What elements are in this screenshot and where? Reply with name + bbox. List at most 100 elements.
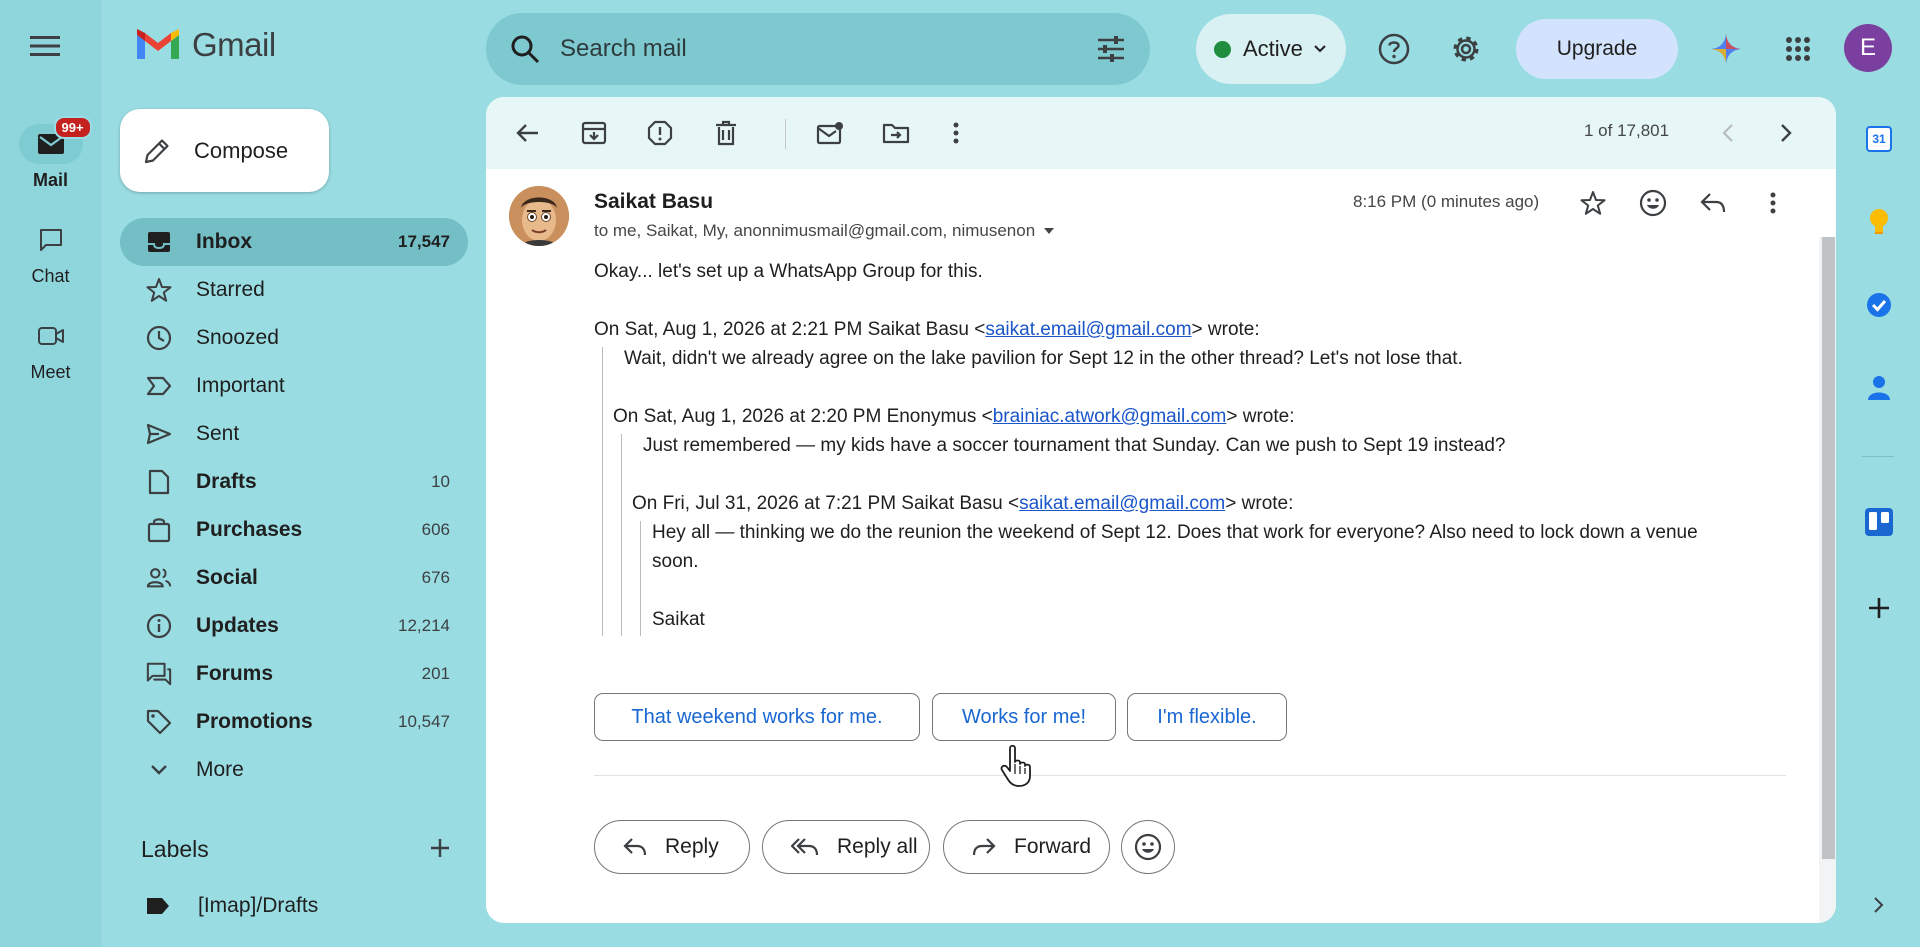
add-label-button[interactable] [428, 836, 452, 860]
status-dropdown[interactable]: Active [1196, 14, 1346, 84]
chat-icon [39, 229, 62, 251]
quote-3-text-line-1: Hey all — thinking we do the reunion the… [652, 522, 1698, 543]
gear-icon [1453, 36, 1479, 62]
archive-icon [581, 121, 607, 145]
rail-mail-pill: 99+ [18, 116, 92, 164]
nav-item-updates[interactable]: Updates 12,214 [120, 602, 468, 650]
compose-button[interactable]: Compose [120, 109, 329, 192]
rail-mail[interactable]: 99+ Mail [0, 116, 101, 191]
nav-item-inbox[interactable]: Inbox 17,547 [120, 218, 468, 266]
nav-item-forums[interactable]: Forums 201 [120, 650, 468, 698]
apps-grid-icon [1786, 37, 1810, 61]
compose-label: Compose [194, 137, 289, 163]
side-panel-divider [1862, 456, 1894, 457]
calendar-app-button[interactable]: 31 [1858, 118, 1900, 160]
emoji-reaction-button[interactable] [1121, 820, 1175, 874]
nav-item-purchases[interactable]: Purchases 606 [120, 506, 468, 554]
hand-cursor-icon [1000, 744, 1031, 787]
mark-unread-icon [816, 122, 843, 145]
draft-icon [146, 469, 172, 495]
reply-quick-button[interactable] [1695, 185, 1731, 221]
search-input[interactable] [560, 35, 1060, 63]
nav-item-snoozed[interactable]: Snoozed [120, 314, 468, 362]
gmail-logo[interactable]: Gmail [134, 26, 276, 64]
newer-button[interactable] [1711, 116, 1745, 150]
reply-icon [623, 838, 647, 856]
nav-item-promotions[interactable]: Promotions 10,547 [120, 698, 468, 746]
nav-label-snoozed: Snoozed [196, 326, 279, 349]
rail-chat[interactable]: Chat [0, 220, 101, 287]
keep-app-button[interactable] [1858, 201, 1900, 243]
search-options-icon[interactable] [1096, 35, 1126, 63]
contacts-app-button[interactable] [1858, 367, 1900, 409]
move-to-button[interactable] [879, 116, 913, 150]
quote-3-text-line-2: soon. [652, 551, 699, 572]
account-avatar[interactable]: E [1844, 24, 1892, 72]
label-item-imap-drafts[interactable]: [Imap]/Drafts [146, 894, 318, 918]
help-button[interactable] [1372, 27, 1416, 71]
message-toolbar: 1 of 17,801 [486, 97, 1836, 169]
scrollbar-thumb[interactable] [1822, 237, 1835, 859]
nav-item-social[interactable]: Social 676 [120, 554, 468, 602]
mail-badge: 99+ [53, 116, 92, 139]
trello-app-button[interactable] [1858, 501, 1900, 543]
forward-button[interactable]: Forward [943, 820, 1110, 874]
nav-item-more[interactable]: More [120, 746, 468, 794]
pagination-count: 1 of 17,801 [1584, 121, 1670, 140]
archive-button[interactable] [577, 116, 611, 150]
rail-chat-label: Chat [31, 266, 70, 286]
label-item-label: [Imap]/Drafts [198, 894, 319, 917]
quote-3-email-link[interactable]: saikat.email@gmail.com [1019, 493, 1225, 514]
reply-button[interactable]: Reply [594, 820, 750, 874]
gemini-button[interactable] [1704, 27, 1748, 71]
settings-button[interactable] [1444, 27, 1488, 71]
status-dot [1214, 40, 1231, 58]
sender-avatar[interactable] [509, 186, 569, 246]
apps-launcher-button[interactable] [1776, 27, 1820, 71]
smart-reply-3[interactable]: I'm flexible. [1127, 693, 1287, 741]
nav-count-drafts: 10 [431, 472, 450, 491]
caret-down-icon[interactable] [1043, 227, 1055, 235]
quote-1-text: Wait, didn't we already agree on the lak… [624, 348, 1463, 369]
quote-2-email-link[interactable]: brainiac.atwork@gmail.com [993, 406, 1227, 427]
nav-label-important: Important [196, 374, 285, 397]
nav-item-sent[interactable]: Sent [120, 410, 468, 458]
get-addons-button[interactable] [1858, 587, 1900, 629]
show-side-panel-button[interactable] [1858, 884, 1900, 926]
nav-item-drafts[interactable]: Drafts 10 [120, 458, 468, 506]
emoji-icon [1639, 189, 1667, 217]
back-button[interactable] [511, 116, 545, 150]
add-reaction-button[interactable] [1635, 185, 1671, 221]
reply-all-button[interactable]: Reply all [762, 820, 930, 874]
report-icon [647, 120, 673, 146]
quote-2-header: On Sat, Aug 1, 2026 at 2:20 PM Enonymus … [613, 402, 1294, 431]
more-vertical-icon [953, 122, 959, 144]
nav-item-starred[interactable]: Starred [120, 266, 468, 314]
main-menu-button[interactable] [30, 34, 70, 64]
nav-label-promotions: Promotions [196, 710, 313, 733]
smart-reply-1[interactable]: That weekend works for me. [594, 693, 920, 741]
sender-name[interactable]: Saikat Basu [594, 190, 713, 214]
nav-item-important[interactable]: Important [120, 362, 468, 410]
trash-icon [716, 120, 736, 146]
quote-1-email-link[interactable]: saikat.email@gmail.com [985, 319, 1191, 340]
toolbar-divider [785, 119, 786, 149]
search-bar[interactable] [486, 13, 1150, 85]
nav-label-updates: Updates [196, 614, 279, 637]
quote-3-bar [640, 521, 641, 636]
smart-reply-2[interactable]: Works for me! [932, 693, 1116, 741]
search-icon[interactable] [510, 34, 540, 64]
report-spam-button[interactable] [643, 116, 677, 150]
hamburger-icon [30, 36, 60, 56]
inbox-icon [146, 229, 172, 255]
tasks-app-button[interactable] [1858, 284, 1900, 326]
message-more-button[interactable] [1755, 185, 1791, 221]
more-actions-button[interactable] [939, 116, 973, 150]
upgrade-button[interactable]: Upgrade [1516, 19, 1678, 79]
rail-meet[interactable]: Meet [0, 316, 101, 383]
delete-button[interactable] [709, 116, 743, 150]
star-button[interactable] [1575, 185, 1611, 221]
recipients-line[interactable]: to me, Saikat, My, anonnimusmail@gmail.c… [594, 221, 1055, 241]
mark-unread-button[interactable] [813, 116, 847, 150]
older-button[interactable] [1769, 116, 1803, 150]
